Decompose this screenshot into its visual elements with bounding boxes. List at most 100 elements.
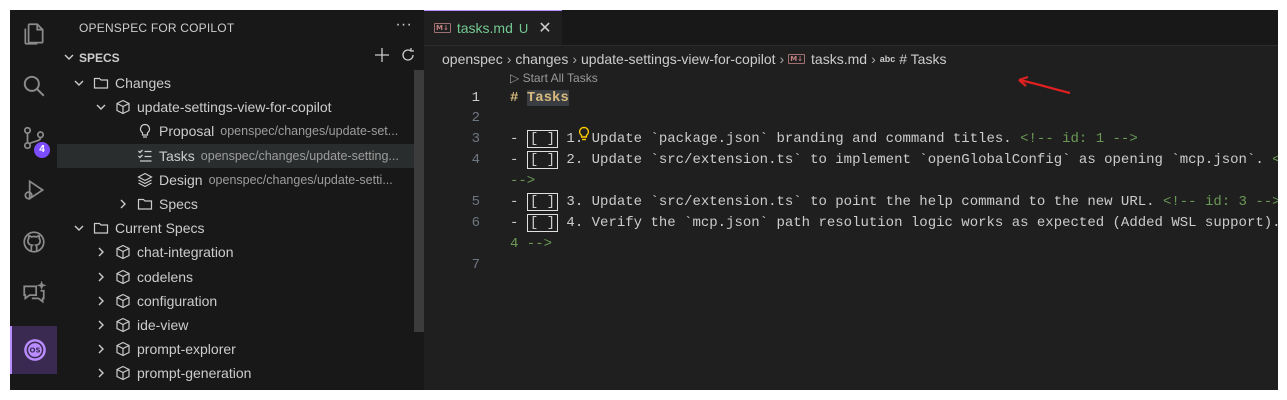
html-comment: --> <box>510 173 536 189</box>
tree-item-spec[interactable]: chat-integration <box>57 240 424 264</box>
chevron-right-icon: › <box>506 51 512 67</box>
tree-item-label: update-settings-view-for-copilot <box>137 99 332 116</box>
tree-item-label: prompt-generation <box>137 365 252 382</box>
tree-item-specs[interactable]: Specs <box>57 192 424 216</box>
vscode-window: 4 OS OPENSPEC FOR COPILOT ··· SPECS Chan… <box>10 10 1278 390</box>
tree-item-spec[interactable]: prompt-generation <box>57 361 424 385</box>
code-line[interactable]: - [ ] 4. Verify the `mcp.json` path reso… <box>510 214 1278 232</box>
task-text: 3. Update `src/extension.ts` to point th… <box>558 194 1163 210</box>
breadcrumb-item[interactable]: # Tasks <box>899 51 946 67</box>
package-icon <box>115 365 131 381</box>
lightbulb-icon <box>137 123 153 139</box>
breadcrumb-item[interactable]: changes <box>515 51 568 67</box>
tree-item-label: chat-integration <box>137 244 234 261</box>
task-text: 2. Update `src/extension.ts` to implemen… <box>558 152 1273 168</box>
tree-item-label: codelens <box>137 268 194 285</box>
breadcrumb-item[interactable]: openspec <box>442 51 503 67</box>
scm-badge: 4 <box>34 142 50 158</box>
task-checkbox[interactable]: [ ] <box>526 193 559 211</box>
list-marker: - <box>510 215 527 231</box>
refresh-icon[interactable] <box>400 47 416 63</box>
close-icon[interactable]: ✕ <box>538 18 551 38</box>
untracked-badge: U <box>518 20 529 36</box>
chat-icon[interactable] <box>10 270 57 318</box>
chevron-right-icon: › <box>779 51 785 67</box>
start-all-tasks-codelens[interactable]: ▷ Start All Tasks <box>510 71 598 85</box>
tab-bar: M↓ tasks.md U ✕ <box>424 10 1278 46</box>
sidebar-scrollbar[interactable] <box>414 70 424 332</box>
tab-tasks-md[interactable]: M↓ tasks.md U ✕ <box>424 10 562 45</box>
sidebar: OPENSPEC FOR COPILOT ··· SPECS Changes u… <box>57 10 425 390</box>
package-icon <box>115 244 131 260</box>
activity-bar: 4 OS <box>10 10 58 390</box>
line-number: 3 <box>471 131 480 147</box>
annotation-arrow-icon <box>1018 75 1071 95</box>
explorer-icon[interactable] <box>10 10 57 58</box>
tree-item-spec[interactable]: configuration <box>57 289 424 313</box>
code-line[interactable]: # Tasks <box>510 90 569 106</box>
run-debug-icon[interactable] <box>10 166 57 214</box>
tree-item-current-specs[interactable]: Current Specs <box>57 216 424 240</box>
heading-text: Tasks <box>526 90 569 106</box>
chevron-right-icon <box>93 317 109 333</box>
breadcrumb: openspec › changes › update-settings-vie… <box>424 46 1278 72</box>
list-marker: - <box>510 152 527 168</box>
task-checkbox[interactable]: [ ] <box>526 151 559 169</box>
tree-item-spec[interactable]: ide-view <box>57 313 424 337</box>
breadcrumb-item[interactable]: update-settings-view-for-copilot <box>581 51 776 67</box>
code-line-wrap[interactable]: 4 --> <box>510 236 552 252</box>
chevron-right-icon <box>93 293 109 309</box>
list-marker: - <box>510 194 527 210</box>
line-number: 1 <box>471 90 480 106</box>
tree-item-description: openspec/changes/update-setting... <box>200 148 399 163</box>
search-icon[interactable] <box>10 62 57 110</box>
source-control-icon[interactable]: 4 <box>10 114 57 162</box>
line-number: 7 <box>471 257 480 273</box>
html-comment: <!-- id: 3 --> <box>1162 194 1278 210</box>
tree-item-change[interactable]: update-settings-view-for-copilot <box>57 95 424 119</box>
code-line-wrap[interactable]: --> <box>510 173 535 189</box>
tree-item-description: openspec/changes/update-setti... <box>208 172 393 187</box>
tree-item-design[interactable]: Design openspec/changes/update-setti... <box>57 168 424 192</box>
tree-item-label: Tasks <box>159 147 195 164</box>
code-line[interactable]: - [ ] 3. Update `src/extension.ts` to po… <box>510 193 1278 211</box>
chevron-down-icon <box>71 75 87 91</box>
symbol-string-icon: abc <box>879 54 896 64</box>
checklist-icon <box>137 148 153 164</box>
code-line[interactable]: - [ ] 1. Update `package.json` branding … <box>510 130 1138 148</box>
tree-item-label: Proposal <box>159 123 215 140</box>
task-checkbox[interactable]: [ ] <box>526 214 559 232</box>
line-number: 5 <box>471 194 480 210</box>
add-icon[interactable] <box>374 47 390 63</box>
chevron-right-icon <box>93 269 109 285</box>
line-number: 6 <box>471 215 480 231</box>
tree-item-label: Changes <box>115 75 172 92</box>
tab-label: tasks.md <box>456 20 513 36</box>
line-number: 2 <box>471 110 480 126</box>
layers-icon <box>137 172 153 188</box>
chevron-right-icon <box>93 341 109 357</box>
tree-item-spec[interactable]: codelens <box>57 265 424 289</box>
tree-item-changes[interactable]: Changes <box>57 71 424 95</box>
package-icon <box>115 341 131 357</box>
github-icon[interactable] <box>10 218 57 266</box>
chevron-down-icon <box>63 51 79 66</box>
code-line[interactable]: - [ ] 2. Update `src/extension.ts` to im… <box>510 151 1278 169</box>
tree-item-description: openspec/changes/update-set... <box>220 124 399 139</box>
html-comment: <!-- <box>1272 152 1278 168</box>
package-icon <box>115 269 131 285</box>
task-checkbox[interactable]: [ ] <box>526 130 559 148</box>
task-text: 4. Verify the `mcp.json` path resolution… <box>558 215 1278 231</box>
tree-item-label: configuration <box>137 292 218 309</box>
chevron-right-icon: › <box>572 51 577 67</box>
markdown-icon: M↓ <box>788 54 806 64</box>
tree-item-tasks[interactable]: Tasks openspec/changes/update-setting... <box>57 143 424 168</box>
breadcrumb-item[interactable]: tasks.md <box>811 51 867 67</box>
tree-item-label: Current Specs <box>115 220 205 237</box>
specs-section-header[interactable]: SPECS <box>57 45 424 71</box>
task-text: 1. Update `package.json` branding and co… <box>558 131 1021 147</box>
tree-item-spec[interactable]: prompt-explorer <box>57 337 424 361</box>
more-actions-icon[interactable]: ··· <box>395 16 412 34</box>
tree-item-proposal[interactable]: Proposal openspec/changes/update-set... <box>57 119 424 143</box>
openspec-icon[interactable]: OS <box>10 326 57 374</box>
